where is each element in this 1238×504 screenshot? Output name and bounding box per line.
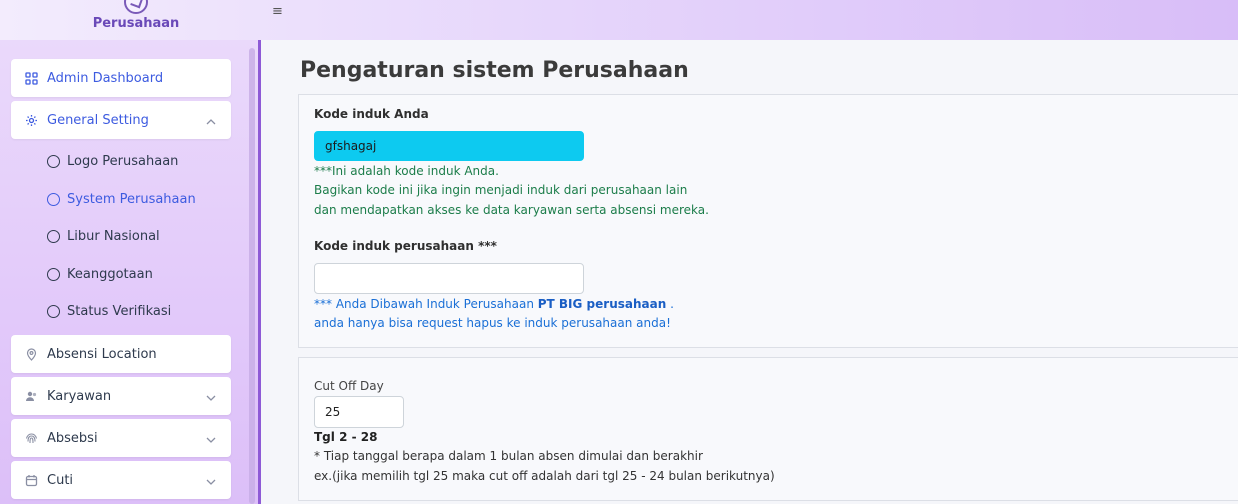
calendar-icon [24, 473, 38, 487]
sidebar-item-absebsi[interactable]: Absebsi [11, 419, 231, 457]
kode-induk-perusahaan-field[interactable] [314, 263, 584, 294]
location-pin-icon [24, 347, 38, 361]
sidebar-item-label: Absensi Location [47, 346, 157, 362]
cut-off-range: Tgl 2 - 28 [314, 430, 377, 444]
sidebar-item-karyawan[interactable]: Karyawan [11, 377, 231, 415]
page-title: Pengaturan sistem Perusahaan [300, 58, 689, 83]
fingerprint-icon [24, 431, 38, 445]
sidebar-divider [258, 40, 261, 504]
cut-off-range-text: Tgl 2 - 28 [314, 430, 378, 444]
sidebar-item-label: Admin Dashboard [47, 70, 164, 86]
users-icon [24, 389, 38, 403]
sidebar-item-admin-dashboard[interactable]: Admin Dashboard [11, 59, 231, 97]
hamburger-menu-icon[interactable]: ≡ [272, 4, 283, 19]
sidebar-item-absensi-location[interactable]: Absensi Location [11, 335, 231, 373]
sidebar-subitem-label: Libur Nasional [67, 228, 160, 244]
clock-check-icon [124, 0, 148, 14]
cut-off-note: ex.(jika memilih tgl 25 maka cut off ada… [314, 469, 775, 483]
chevron-up-icon [205, 113, 217, 125]
grid-icon [24, 71, 38, 85]
kode-induk-note: ***Ini adalah kode induk Anda. [314, 164, 499, 178]
topbar: Perusahaan ≡ [0, 0, 1238, 40]
circle-icon [47, 267, 60, 281]
circle-icon [47, 154, 60, 168]
sidebar-subitem-label: System Perusahaan [67, 191, 196, 207]
induk-perusahaan-note: anda hanya bisa request hapus ke induk p… [314, 316, 671, 330]
sidebar-item-label: General Setting [47, 112, 149, 128]
parent-company-name: PT BIG perusahaan [537, 297, 667, 311]
circle-icon [47, 192, 60, 206]
sidebar-item-cuti[interactable]: Cuti [11, 461, 231, 499]
kode-induk-note: dan mendapatkan akses ke data karyawan s… [314, 203, 709, 217]
kode-induk-label: Kode induk Anda [314, 107, 429, 121]
sidebar-item-label: Karyawan [47, 388, 112, 404]
chevron-down-icon [205, 473, 217, 485]
sidebar-item-label: Absebsi [47, 430, 98, 446]
kode-induk-perusahaan-label: Kode induk perusahaan *** [314, 239, 497, 253]
sidebar-subitem-status-verifikasi[interactable]: Status Verifikasi [47, 300, 171, 322]
cut-off-day-label: Cut Off Day [314, 379, 384, 393]
sidebar-subitem-libur-nasional[interactable]: Libur Nasional [47, 225, 160, 247]
sidebar-subitem-label: Keanggotaan [67, 266, 153, 282]
sidebar-item-label: Cuti [47, 472, 74, 488]
circle-icon [47, 304, 60, 318]
sidebar-scroll-thumb[interactable] [249, 48, 255, 504]
sidebar-subitem-logo-perusahaan[interactable]: Logo Perusahaan [47, 150, 178, 172]
circle-icon [47, 229, 60, 243]
chevron-down-icon [205, 431, 217, 443]
sidebar-subitem-label: Status Verifikasi [67, 303, 172, 319]
sidebar-subitem-label: Logo Perusahaan [67, 153, 179, 169]
gear-icon [24, 113, 38, 127]
cut-off-day-field[interactable] [314, 396, 404, 428]
kode-induk-note: Bagikan kode ini jika ingin menjadi indu… [314, 183, 688, 197]
brand[interactable]: Perusahaan [0, 0, 270, 40]
note-suffix: . [666, 297, 674, 311]
sidebar-item-general-setting[interactable]: General Setting [11, 101, 231, 139]
note-prefix: *** Anda Dibawah Induk Perusahaan [314, 297, 538, 311]
brand-name: Perusahaan [92, 16, 180, 31]
kode-induk-field[interactable] [314, 131, 584, 161]
sidebar-subitem-system-perusahaan[interactable]: System Perusahaan [47, 188, 196, 210]
induk-perusahaan-note: *** Anda Dibawah Induk Perusahaan PT BIG… [314, 297, 674, 311]
chevron-down-icon [205, 389, 217, 401]
sidebar-scrollbar[interactable] [249, 48, 255, 504]
sidebar-subitem-keanggotaan[interactable]: Keanggotaan [47, 263, 153, 285]
cut-off-note: * Tiap tanggal berapa dalam 1 bulan abse… [314, 449, 703, 463]
